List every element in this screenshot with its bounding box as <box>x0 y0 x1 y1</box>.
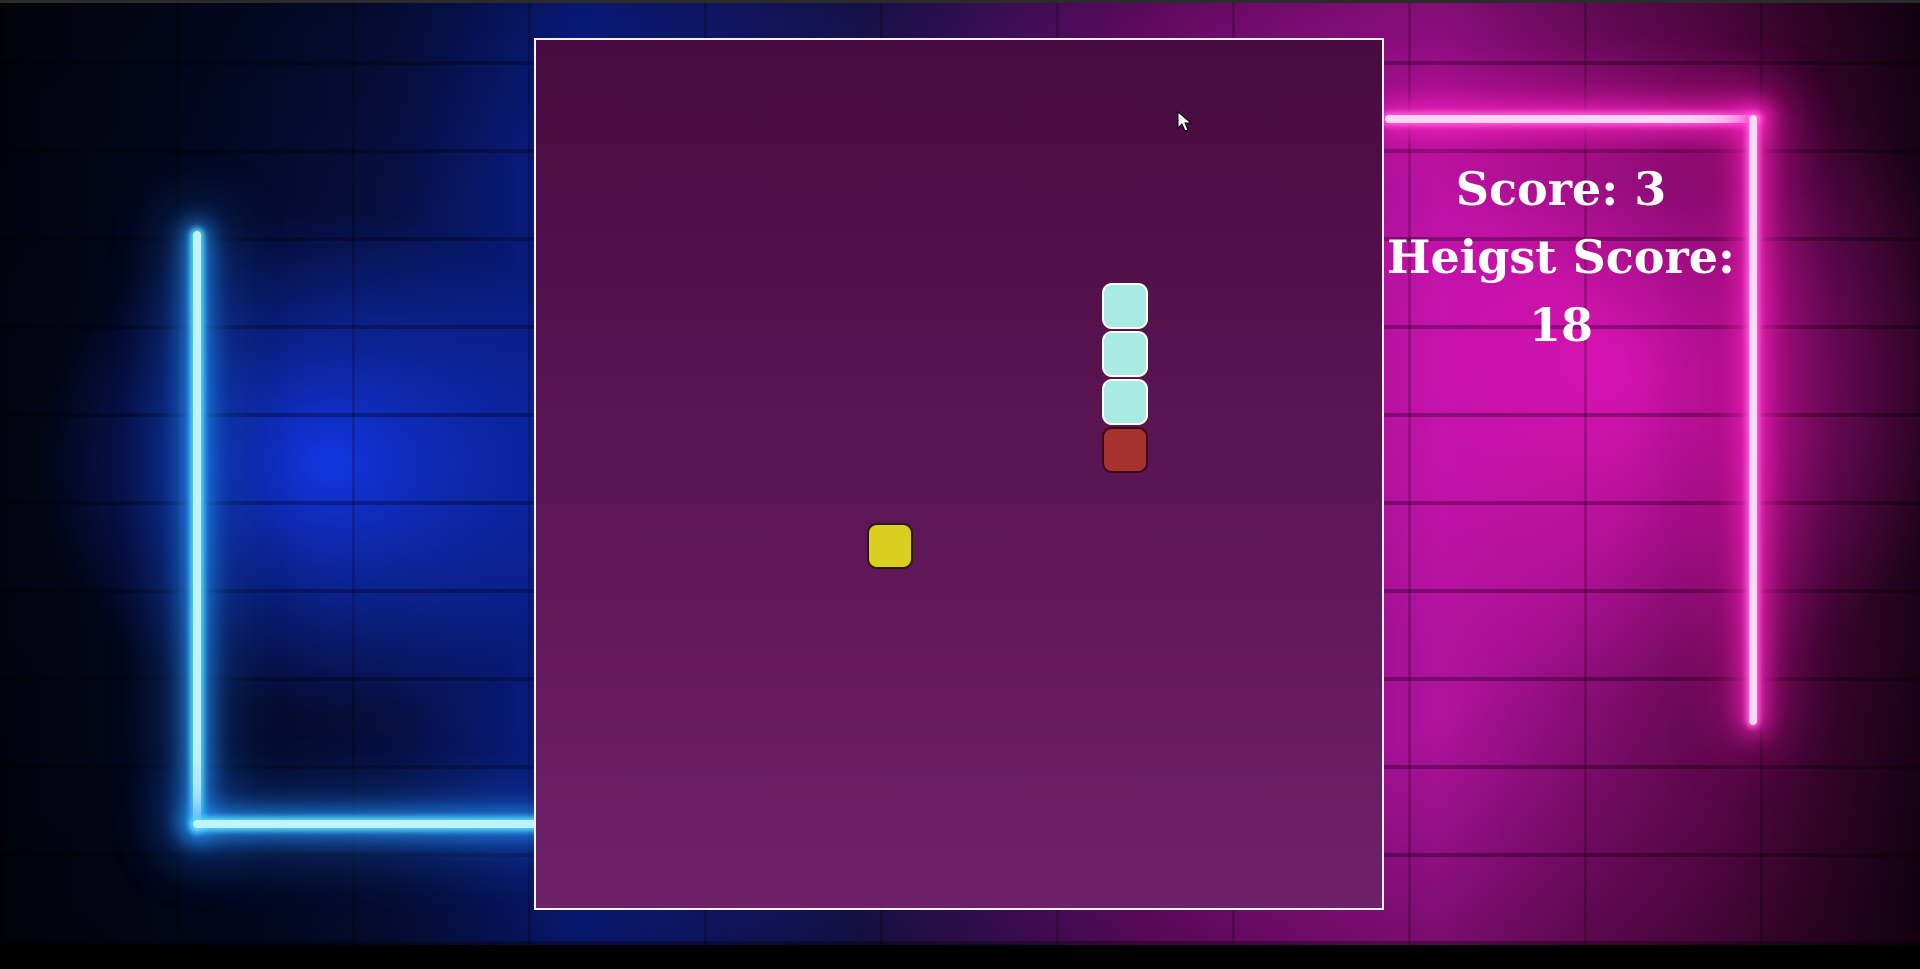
food-item <box>867 523 913 569</box>
scoreboard: Score: 3 Heigst Score: 18 <box>1386 155 1736 359</box>
neon-blue-frame-vertical <box>193 231 201 831</box>
snake-head <box>1102 427 1148 473</box>
neon-pink-frame-horizontal <box>1385 115 1760 123</box>
snake-body-segment <box>1102 283 1148 329</box>
arrow-cursor-icon <box>1177 111 1193 132</box>
neon-blue-frame-horizontal <box>193 820 538 828</box>
current-score: Score: 3 <box>1455 162 1667 216</box>
game-board[interactable] <box>534 38 1384 910</box>
neon-pink-frame-vertical <box>1749 115 1757 725</box>
snake-body-segment <box>1102 331 1148 377</box>
snake-body-segment <box>1102 379 1148 425</box>
high-score: Heigst Score: 18 <box>1387 230 1735 352</box>
bottom-bar <box>0 945 1920 969</box>
